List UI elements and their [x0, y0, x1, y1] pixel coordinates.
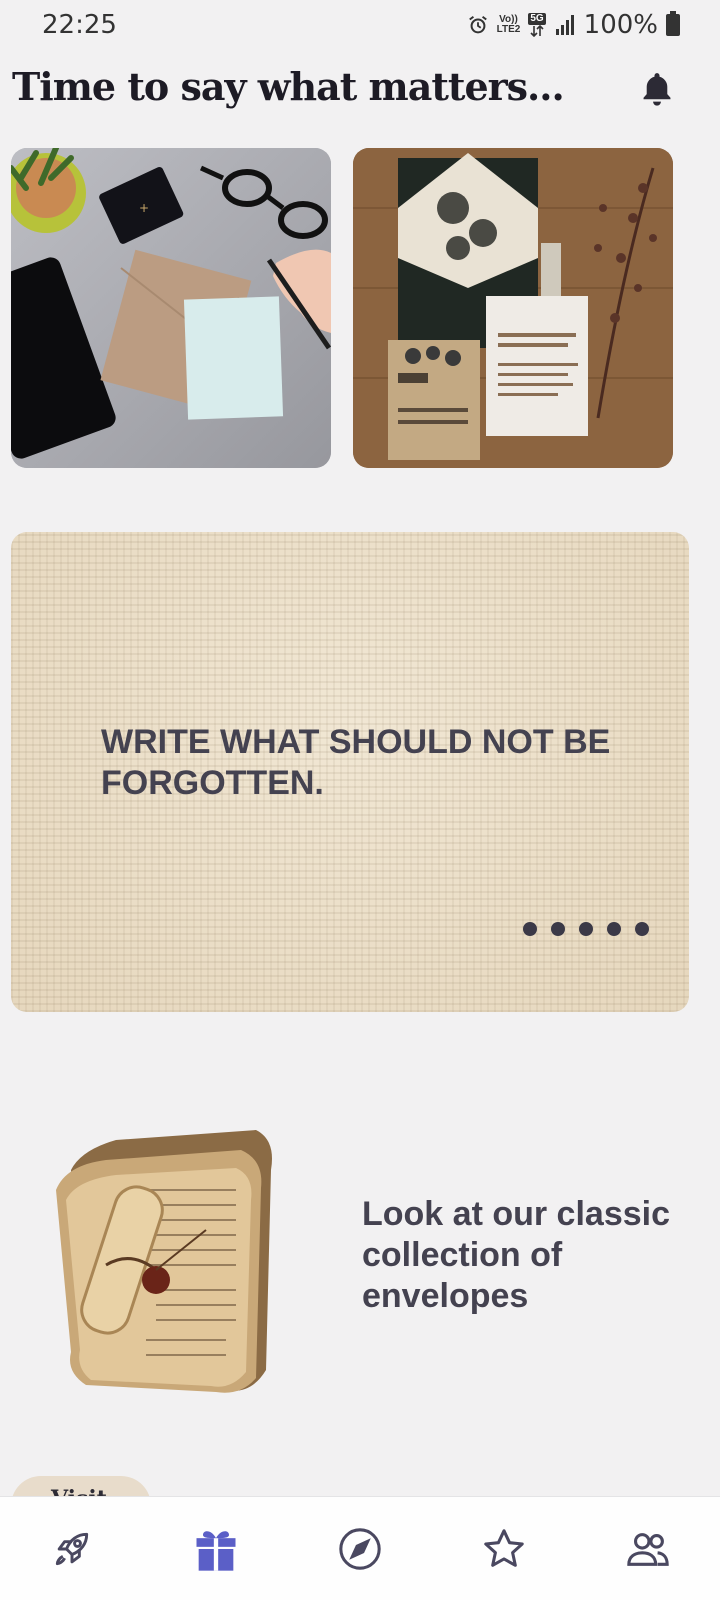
gift-icon: [196, 1530, 236, 1571]
carousel-dot[interactable]: [523, 922, 537, 936]
rocket-icon: [55, 1532, 89, 1565]
carousel-dot[interactable]: [579, 922, 593, 936]
status-time: 22:25: [42, 10, 117, 40]
status-bar: 22:25 Vo)) LTE2 5G 100%: [0, 0, 720, 52]
stationery-photo[interactable]: +: [11, 148, 331, 468]
collection-promo-text[interactable]: Look at our classic collection of envelo…: [362, 1194, 692, 1317]
svg-text:+: +: [139, 201, 149, 215]
5g-indicator: 5G: [528, 13, 546, 37]
nav-compass[interactable]: [320, 1509, 400, 1589]
carousel-dots: [523, 922, 649, 936]
alarm-icon: [468, 15, 487, 34]
signal-icon: [555, 15, 574, 35]
wedding-invitation-photo[interactable]: [353, 148, 673, 468]
nav-gift[interactable]: [176, 1509, 256, 1589]
people-icon: [627, 1532, 669, 1566]
status-icons: Vo)) LTE2 5G 100%: [467, 10, 680, 40]
nav-rocket[interactable]: [32, 1509, 112, 1589]
promo-banner[interactable]: WRITE WHAT SHOULD NOT BE FORGOTTEN.: [11, 532, 689, 1012]
banner-text: WRITE WHAT SHOULD NOT BE FORGOTTEN.: [101, 723, 611, 802]
page-title: Time to say what matters...: [12, 64, 565, 109]
compass-icon: [339, 1527, 381, 1570]
battery-icon: [666, 11, 680, 36]
parchment-scroll-image[interactable]: [36, 1110, 286, 1400]
nav-people[interactable]: [608, 1509, 688, 1589]
carousel-dot[interactable]: [607, 922, 621, 936]
bottom-nav: [0, 1496, 720, 1600]
star-icon: [484, 1528, 524, 1567]
battery-percent: 100%: [583, 10, 658, 40]
carousel-dot[interactable]: [551, 922, 565, 936]
nav-favorites[interactable]: [464, 1509, 544, 1589]
volte-indicator: Vo)) LTE2: [496, 14, 521, 35]
notification-bell-icon[interactable]: [638, 70, 676, 108]
carousel-dot[interactable]: [635, 922, 649, 936]
